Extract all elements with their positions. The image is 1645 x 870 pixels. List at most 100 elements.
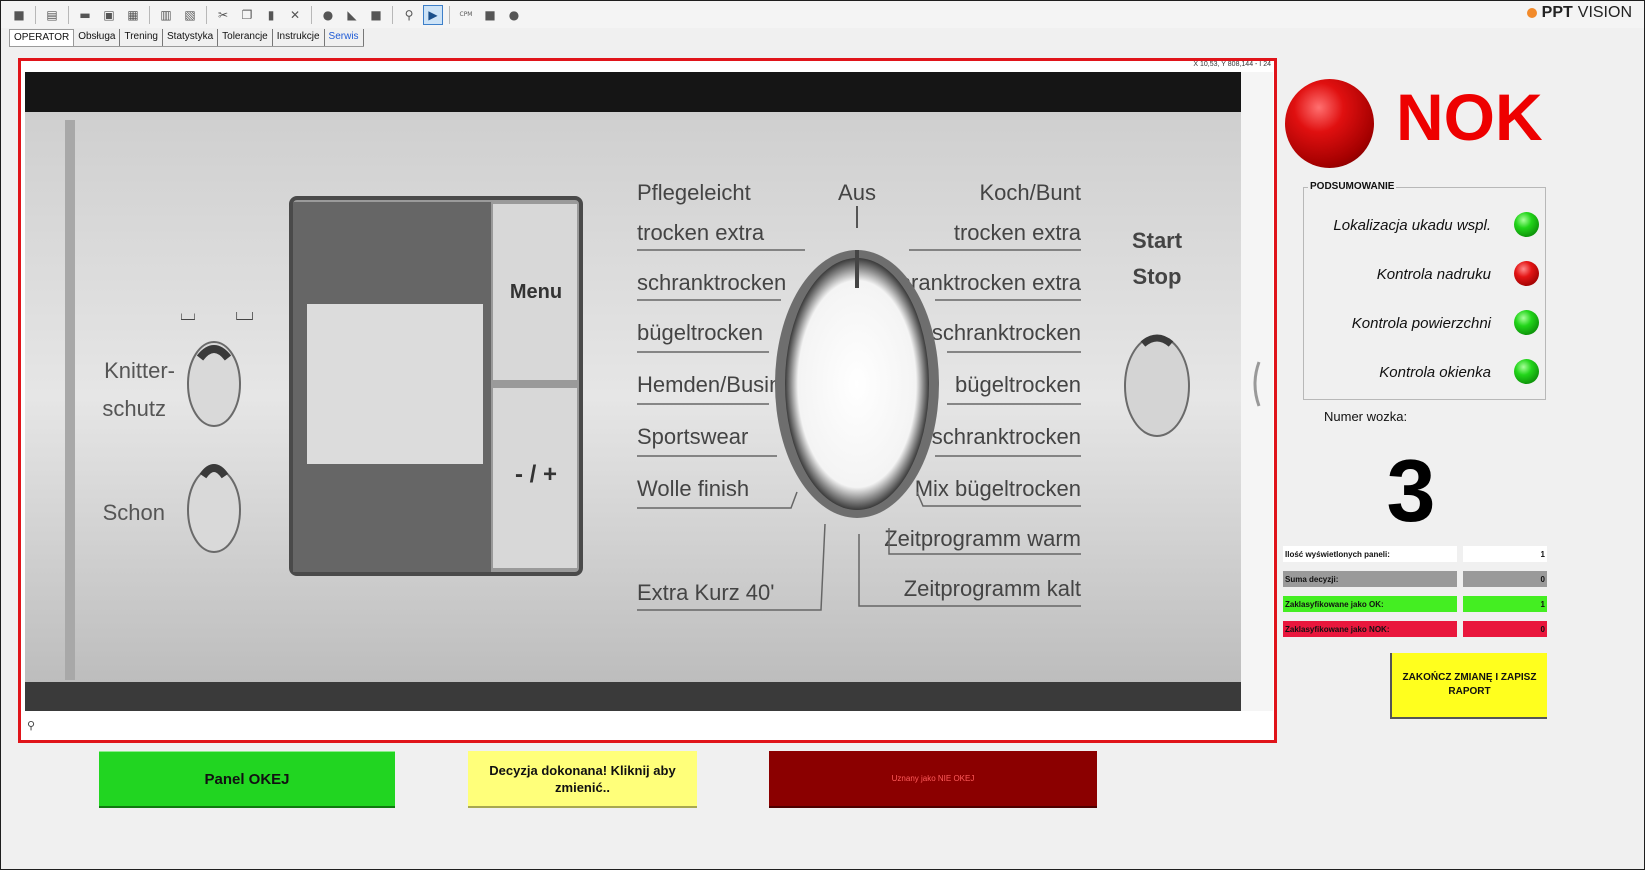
program-left-1: trocken extra xyxy=(637,220,765,245)
tab-statystyka[interactable]: Statystyka xyxy=(163,29,219,46)
camera-image[interactable]: ⌴ ⌴ Knitter- schutz Schon Menu - / + Pfl… xyxy=(25,72,1273,711)
record-icon[interactable]: ● xyxy=(504,5,524,25)
program-right-0: Koch/Bunt xyxy=(979,180,1081,205)
program-left-2: schranktrocken xyxy=(637,270,786,295)
stat-row-ok: Zaklasyfikowane jako OK: 1 xyxy=(1283,596,1547,612)
toolbar-separator xyxy=(392,5,393,24)
tab-obsluga[interactable]: Obsługa xyxy=(74,29,121,46)
panel-nok-button[interactable]: Uznany jako NIE OKEJ xyxy=(769,751,1097,808)
end-shift-save-report-button[interactable]: ZAKOŃCZ ZMIANĘ I ZAPISZ RAPORT xyxy=(1390,653,1547,719)
panel-ok-button[interactable]: Panel OKEJ xyxy=(99,751,395,808)
stat-value: 1 xyxy=(1463,596,1547,612)
summary-label: Kontrola nadruku xyxy=(1376,266,1491,283)
decision-label-2: zmienić.. xyxy=(555,779,610,795)
program-right-7: Zeitprogramm warm xyxy=(884,526,1081,551)
stat-label: Zaklasyfikowane jako NOK: xyxy=(1283,621,1457,637)
stop-label: Stop xyxy=(1133,264,1182,289)
paste-icon[interactable]: ▮ xyxy=(261,5,281,25)
cpm-icon[interactable]: CPM xyxy=(456,5,476,25)
summary-title: PODSUMOWANIE xyxy=(1308,181,1397,192)
program-left-5: Sportswear xyxy=(637,424,748,449)
decision-label-1: Decyzja dokonana! Kliknij aby xyxy=(489,762,676,778)
summary-label: Kontrola okienka xyxy=(1379,364,1491,381)
aus-label: Aus xyxy=(838,180,876,205)
layers-icon[interactable]: ▥ xyxy=(156,5,176,25)
tab-operator[interactable]: OPERATOR xyxy=(9,29,75,46)
toolbar-separator xyxy=(68,5,69,24)
knitterschutz-label-2: schutz xyxy=(102,396,166,421)
scissors-icon[interactable]: ✂ xyxy=(213,5,233,25)
program-right-4: bügeltrocken xyxy=(955,372,1081,397)
status-text: NOK xyxy=(1396,80,1543,154)
program-right-3: schranktrocken xyxy=(932,320,1081,345)
brand-name-rest: VISION xyxy=(1577,4,1632,21)
window-icon[interactable]: ■ xyxy=(9,5,29,25)
summary-group: PODSUMOWANIE Lokalizacja ukadu wspl. Kon… xyxy=(1303,181,1547,400)
copy-icon[interactable]: ❐ xyxy=(237,5,257,25)
stat-row-nok: Zaklasyfikowane jako NOK: 0 xyxy=(1283,621,1547,637)
status-led-icon xyxy=(1514,359,1539,384)
trolley-number: 3 xyxy=(1386,441,1436,540)
toolbar-separator xyxy=(206,5,207,24)
stop-icon[interactable]: ■ xyxy=(366,5,386,25)
summary-row: Kontrola okienka xyxy=(1304,357,1547,387)
summary-label: Lokalizacja ukadu wspl. xyxy=(1333,217,1491,234)
program-right-8: Zeitprogramm kalt xyxy=(904,576,1081,601)
brand-name-bold: PPT xyxy=(1541,4,1573,21)
tab-instrukcje[interactable]: Instrukcje xyxy=(273,29,325,46)
status-led-icon xyxy=(1514,212,1539,237)
toolbar-separator xyxy=(149,5,150,24)
program-left-0: Pflegeleicht xyxy=(637,180,751,205)
stat-row-displayed: Ilość wyświetlonych paneli: 1 xyxy=(1283,546,1547,562)
toolbar: ■ ▤ ▬ ▣ ▦ ▥ ▧ ✂ ❐ ▮ ✕ ● ◣ ■ ⚲ ▶ CPM ■ ● … xyxy=(1,1,1644,28)
summary-row: Kontrola nadruku xyxy=(1304,259,1547,289)
zoom-icon[interactable]: ⚲ xyxy=(27,719,35,732)
toolbar-separator xyxy=(35,5,36,24)
delete-icon[interactable]: ✕ xyxy=(285,5,305,25)
brand-dot-icon xyxy=(1526,8,1537,18)
stat-label: Ilość wyświetlonych paneli: xyxy=(1283,546,1457,562)
camera-icon[interactable]: ▣ xyxy=(99,5,119,25)
app-window: ■ ▤ ▬ ▣ ▦ ▥ ▧ ✂ ❐ ▮ ✕ ● ◣ ■ ⚲ ▶ CPM ■ ● … xyxy=(0,0,1645,870)
folder-icon[interactable]: ▦ xyxy=(123,5,143,25)
coordinate-readout: X 10,53, Y 808,144 - I 24 xyxy=(1193,61,1271,68)
stat-value: 0 xyxy=(1463,621,1547,637)
image-icon[interactable]: ▬ xyxy=(75,5,95,25)
toolbar-separator xyxy=(311,5,312,24)
start-label: Start xyxy=(1132,228,1183,253)
tab-serwis[interactable]: Serwis xyxy=(325,29,364,46)
iron-icon-small: ⌴ xyxy=(180,303,196,325)
status-led-icon xyxy=(1514,310,1539,335)
fill-icon[interactable]: ◣ xyxy=(342,5,362,25)
search-icon[interactable]: ⚲ xyxy=(399,5,419,25)
program-right-6: Mix bügeltrocken xyxy=(915,476,1081,501)
program-left-6: Wolle finish xyxy=(637,476,749,501)
play-icon[interactable]: ▶ xyxy=(423,4,443,25)
schon-label: Schon xyxy=(103,500,165,525)
export-icon[interactable]: ▧ xyxy=(180,5,200,25)
summary-label: Kontrola powierzchni xyxy=(1351,315,1491,332)
end-shift-label-1: ZAKOŃCZ ZMIANĘ I ZAPISZ xyxy=(1402,672,1537,683)
status-indicator-icon xyxy=(1285,79,1374,168)
program-right-1: trocken extra xyxy=(954,220,1082,245)
new-icon[interactable]: ▤ xyxy=(42,5,62,25)
end-shift-label-2: RAPORT xyxy=(1448,686,1491,697)
stat-label: Zaklasyfikowane jako OK: xyxy=(1283,596,1457,612)
grid-icon[interactable]: ■ xyxy=(480,5,500,25)
status-led-icon xyxy=(1514,261,1539,286)
knitterschutz-label-1: Knitter- xyxy=(104,358,175,383)
summary-row: Lokalizacja ukadu wspl. xyxy=(1304,210,1547,240)
tool-icon[interactable]: ● xyxy=(318,5,338,25)
stat-label: Suma decyzji: xyxy=(1283,571,1457,587)
tab-tolerancje[interactable]: Tolerancje xyxy=(218,29,273,46)
program-left-3: bügeltrocken xyxy=(637,320,763,345)
summary-row: Kontrola powierzchni xyxy=(1304,308,1547,338)
camera-view-panel: X 10,53, Y 808,144 - I 24 ⌴ ⌴ Knitter- s… xyxy=(18,58,1277,743)
stat-value: 0 xyxy=(1463,571,1547,587)
iron-icon-large: ⌴ xyxy=(235,299,254,326)
toolbar-separator xyxy=(449,5,450,24)
stat-value: 1 xyxy=(1463,546,1547,562)
tab-trening[interactable]: Trening xyxy=(120,29,163,46)
decision-change-button[interactable]: Decyzja dokonana! Kliknij aby zmienić.. xyxy=(468,751,697,808)
brand-logo: PPT VISION xyxy=(1526,4,1632,22)
